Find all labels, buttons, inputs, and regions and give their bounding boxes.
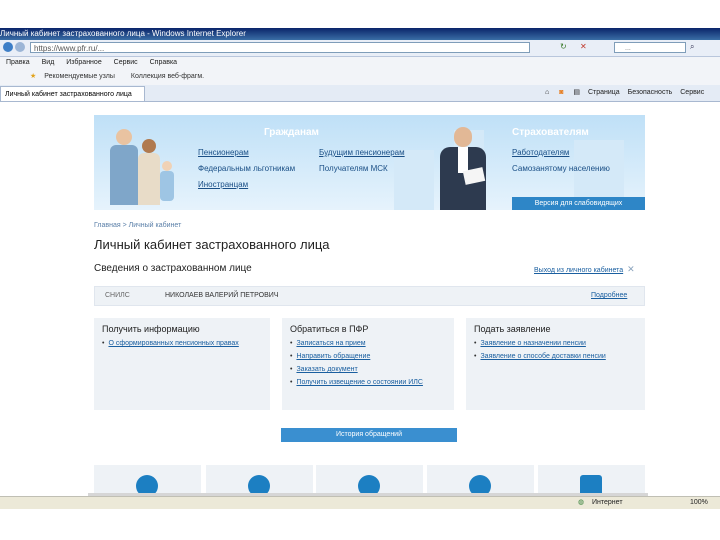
exit-link-label[interactable]: Выход из личного кабинета	[534, 267, 623, 274]
link-foreigners[interactable]: Иностранцам	[198, 180, 248, 189]
favorites-star-icon[interactable]: ★	[30, 73, 36, 80]
search-input[interactable]: ...	[614, 42, 686, 53]
card-link[interactable]: Получить извещение о состоянии ИЛС	[290, 379, 446, 386]
service-tile[interactable]	[538, 465, 645, 497]
skyline-decor	[394, 150, 434, 210]
link-self-employed[interactable]: Самозанятому населению	[512, 164, 610, 173]
status-bar: ◍ Интернет 100%	[0, 496, 720, 509]
page-title: Личный кабинет застрахованного лица	[94, 237, 330, 252]
card-title: Получить информацию	[102, 324, 200, 334]
details-link[interactable]: Подробнее	[591, 287, 627, 305]
link-employers[interactable]: Работодателям	[512, 148, 569, 157]
stop-icon[interactable]: ✕	[580, 42, 587, 51]
card-link[interactable]: Направить обращение	[290, 353, 446, 360]
address-input[interactable]: https://www.pfr.ru/...	[30, 42, 530, 53]
favorite-webslices[interactable]: Коллекция веб-фрагм.	[131, 73, 204, 80]
command-page[interactable]: Страница	[588, 89, 620, 96]
card-link[interactable]: О сформированных пенсионных правах	[102, 340, 262, 347]
breadcrumb[interactable]: Главная > Личный кабинет	[94, 222, 181, 229]
card-title: Обратиться в ПФР	[290, 324, 369, 334]
window-title: Личный кабинет застрахованного лица - Wi…	[0, 28, 720, 40]
zoom-level[interactable]: 100%	[690, 497, 708, 509]
service-tile[interactable]	[94, 465, 201, 497]
section-title: Сведения о застрахованном лице	[94, 263, 252, 274]
accessibility-button[interactable]: Версия для слабовидящих	[512, 197, 645, 210]
card-link[interactable]: Заявление о способе доставки пенсии	[474, 353, 637, 360]
card-link[interactable]: Записаться на прием	[290, 340, 446, 347]
menu-view[interactable]: Вид	[42, 59, 55, 66]
menu-bar: Правка Вид Избранное Сервис Справка	[0, 57, 720, 69]
card-contact-pfr: Обратиться в ПФР Записаться на прием Нап…	[282, 318, 454, 410]
service-tile[interactable]	[427, 465, 534, 497]
card-link[interactable]: Заказать документ	[290, 366, 446, 373]
favorite-recommended[interactable]: Рекомендуемые узлы	[44, 73, 115, 80]
menu-edit[interactable]: Правка	[6, 59, 30, 66]
search-icon[interactable]: ⌕	[690, 42, 694, 52]
link-msk-recipients[interactable]: Получателям МСК	[319, 164, 388, 173]
close-icon[interactable]: ✕	[627, 264, 635, 274]
person-name: НИКОЛАЕВ ВАЛЕРИЙ ПЕТРОВИЧ	[165, 292, 279, 299]
businessman-illustration	[434, 125, 494, 210]
history-button[interactable]: История обращений	[281, 428, 457, 442]
print-icon[interactable]: ▤	[573, 89, 580, 96]
citizens-heading: Гражданам	[264, 127, 319, 138]
snils-label: СНИЛС	[105, 292, 130, 299]
person-info-row: СНИЛС НИКОЛАЕВ ВАЛЕРИЙ ПЕТРОВИЧ Подробне…	[94, 286, 645, 306]
link-federal-beneficiaries[interactable]: Федеральным льготникам	[198, 164, 295, 173]
back-button[interactable]	[3, 42, 13, 52]
globe-icon: ◍	[578, 499, 585, 506]
home-icon[interactable]: ⌂	[545, 89, 549, 96]
family-illustration	[106, 123, 176, 210]
command-bar: ⌂ ◙ ▤ Страница Безопасность Сервис	[545, 86, 704, 100]
card-link[interactable]: Заявление о назначении пенсии	[474, 340, 637, 347]
exit-link[interactable]: Выход из личного кабинета ✕	[534, 264, 635, 275]
link-pensioners[interactable]: Пенсионерам	[198, 148, 249, 157]
menu-tools[interactable]: Сервис	[114, 59, 138, 66]
status-zone: Интернет	[592, 499, 623, 506]
favorites-bar: ★ Рекомендуемые узлы Коллекция веб-фрагм…	[0, 69, 720, 86]
card-title: Подать заявление	[474, 324, 551, 334]
card-get-info: Получить информацию О сформированных пен…	[94, 318, 270, 410]
menu-favorites[interactable]: Избранное	[66, 59, 101, 66]
card-submit-application: Подать заявление Заявление о назначении …	[466, 318, 645, 410]
site-banner: Гражданам Пенсионерам Будущим пенсионера…	[94, 115, 645, 210]
tab-active[interactable]: Личный кабинет застрахованного лица	[0, 86, 145, 101]
feeds-icon[interactable]: ◙	[559, 89, 563, 96]
service-tile[interactable]	[316, 465, 423, 497]
command-tools[interactable]: Сервис	[680, 89, 704, 96]
refresh-icon[interactable]: ↻	[560, 42, 567, 51]
forward-button[interactable]	[15, 42, 25, 52]
link-future-pensioners[interactable]: Будущим пенсионерам	[319, 148, 405, 157]
command-safety[interactable]: Безопасность	[628, 89, 673, 96]
menu-help[interactable]: Справка	[150, 59, 177, 66]
service-tile[interactable]	[206, 465, 313, 497]
insurers-heading: Страхователям	[512, 127, 589, 138]
